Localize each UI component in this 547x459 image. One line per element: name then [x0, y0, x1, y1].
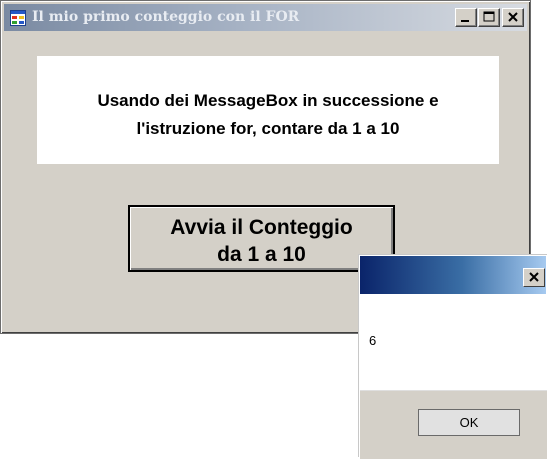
maximize-icon	[483, 11, 495, 22]
instructions-line-2: l'istruzione for, contare da 1 a 10	[136, 119, 400, 138]
window-title: Il mio primo conteggio con il FOR	[32, 9, 300, 25]
start-count-button-label-2: da 1 a 10	[217, 243, 306, 266]
app-window-icon[interactable]	[10, 10, 26, 26]
close-icon	[508, 12, 518, 22]
title-bar[interactable]: Il mio primo conteggio con il FOR	[4, 4, 527, 31]
message-box-close-button[interactable]	[523, 268, 545, 287]
message-box-text: 6	[369, 333, 377, 348]
message-box-title-bar[interactable]	[360, 256, 546, 294]
minimize-button[interactable]	[455, 8, 477, 27]
instructions-line-1: Usando dei MessageBox in successione e	[97, 91, 439, 110]
close-button[interactable]	[502, 8, 524, 27]
close-icon	[529, 272, 539, 282]
ok-button[interactable]: OK	[418, 409, 520, 436]
minimize-icon	[461, 20, 469, 22]
maximize-button[interactable]	[478, 8, 500, 27]
start-count-button-label-1: Avvia il Conteggio	[170, 216, 353, 239]
message-box-body: 6	[360, 295, 546, 389]
instructions-panel: Usando dei MessageBox in successione e l…	[37, 56, 499, 164]
message-box-footer: OK	[360, 390, 547, 459]
start-count-button[interactable]: Avvia il Conteggio da 1 a 10	[128, 205, 395, 272]
message-box: 6 OK	[358, 254, 547, 459]
